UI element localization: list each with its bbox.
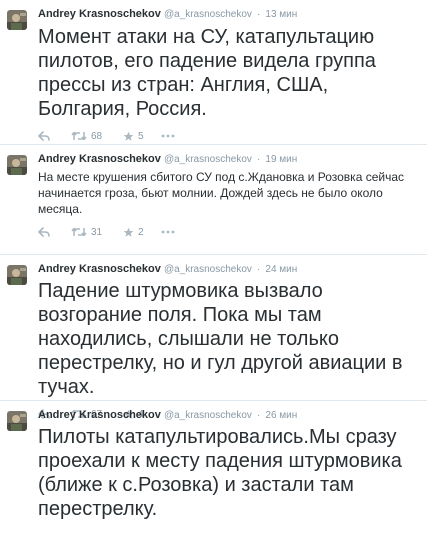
tweet-item[interactable]: Andrey Krasnoschekov @a_krasnoschekov · … [0, 145, 427, 255]
tweet-header: Andrey Krasnoschekov @a_krasnoschekov · … [38, 7, 417, 22]
tweet-item[interactable]: Andrey Krasnoschekov @a_krasnoschekov · … [0, 401, 427, 541]
favorite-button[interactable]: 5 [123, 131, 161, 142]
separator-dot: · [257, 410, 261, 421]
favorite-count: 5 [138, 130, 144, 142]
avatar-photo-icon [7, 10, 27, 30]
author-name[interactable]: Andrey Krasnoschekov [38, 8, 161, 20]
tweet-actions: 68 5 [38, 125, 417, 147]
tweet-item[interactable]: Andrey Krasnoschekov @a_krasnoschekov · … [0, 255, 427, 420]
tweet-timestamp[interactable]: 26 мин [265, 410, 297, 421]
star-icon [123, 227, 134, 237]
tweet-actions: 31 2 [38, 221, 417, 243]
tweet-item[interactable]: Andrey Krasnoschekov @a_krasnoschekov · … [0, 0, 427, 145]
separator-dot: · [257, 154, 261, 165]
author-handle[interactable]: @a_krasnoschekov [164, 264, 252, 275]
ellipsis-icon [161, 134, 175, 138]
ellipsis-icon [161, 230, 175, 234]
favorite-count: 2 [138, 226, 144, 238]
retweet-count: 68 [91, 130, 103, 142]
tweet-timestamp[interactable]: 13 мин [265, 9, 297, 20]
author-name[interactable]: Andrey Krasnoschekov [38, 153, 161, 165]
separator-dot: · [257, 9, 261, 20]
separator-dot: · [257, 264, 261, 275]
reply-icon [38, 227, 50, 237]
avatar-photo-icon [7, 155, 27, 175]
tweet-text: Падение штурмовика вызвало возгорание по… [38, 280, 403, 398]
more-button[interactable] [161, 134, 175, 138]
tweet-text: Пилоты катапультировались.Мы сразу проех… [38, 426, 402, 520]
avatar-photo-icon [7, 411, 27, 431]
tweet-timestamp[interactable]: 24 мин [265, 264, 297, 275]
author-handle[interactable]: @a_krasnoschekov [164, 410, 252, 421]
star-icon [123, 131, 134, 141]
tweet-text: На месте крушения сбитого СУ под с.Ждано… [38, 170, 404, 216]
retweet-button[interactable]: 31 [71, 227, 123, 238]
retweet-button[interactable]: 68 [71, 131, 123, 142]
reply-button[interactable] [38, 131, 71, 141]
avatar[interactable] [7, 155, 27, 175]
author-handle[interactable]: @a_krasnoschekov [164, 154, 252, 165]
tweet-timestamp[interactable]: 19 мин [265, 154, 297, 165]
tweet-feed: Andrey Krasnoschekov @a_krasnoschekov · … [0, 0, 427, 541]
retweet-icon [71, 227, 87, 237]
more-button[interactable] [161, 230, 175, 234]
avatar[interactable] [7, 265, 27, 285]
author-handle[interactable]: @a_krasnoschekov [164, 9, 252, 20]
avatar[interactable] [7, 10, 27, 30]
retweet-icon [71, 131, 87, 141]
retweet-count: 31 [91, 226, 103, 238]
tweet-text: Момент атаки на СУ, катапультацию пилото… [38, 26, 376, 120]
tweet-header: Andrey Krasnoschekov @a_krasnoschekov · … [38, 262, 417, 277]
avatar[interactable] [7, 411, 27, 431]
tweet-header: Andrey Krasnoschekov @a_krasnoschekov · … [38, 152, 417, 167]
tweet-header: Andrey Krasnoschekov @a_krasnoschekov · … [38, 408, 417, 423]
author-name[interactable]: Andrey Krasnoschekov [38, 263, 161, 275]
reply-icon [38, 131, 50, 141]
author-name[interactable]: Andrey Krasnoschekov [38, 409, 161, 421]
favorite-button[interactable]: 2 [123, 227, 161, 238]
avatar-photo-icon [7, 265, 27, 285]
reply-button[interactable] [38, 227, 71, 237]
